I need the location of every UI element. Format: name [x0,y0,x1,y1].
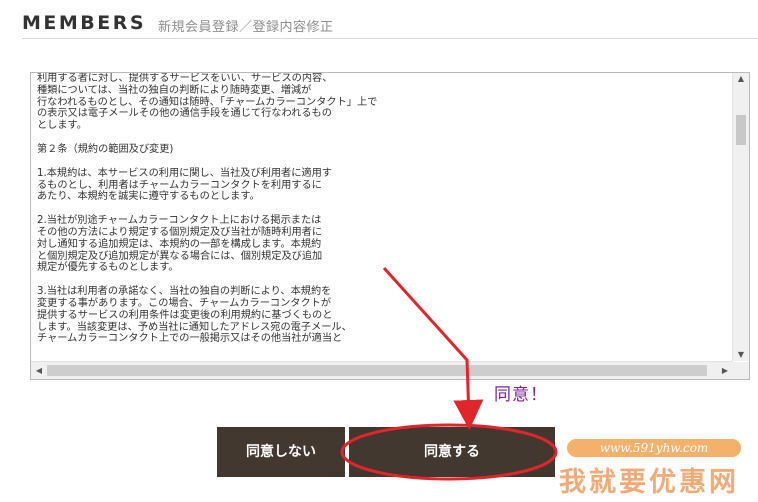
scroll-up-icon[interactable]: ▲ [733,73,749,85]
scrollbar-corner [733,362,749,379]
annotation-label: 同意！ [494,385,548,405]
terms-paragraph: 利用する者に対し、提供するサービスをいい、サービスの内容、 種類については、当社… [37,73,378,132]
decline-button[interactable]: 同意しない [217,427,345,477]
terms-paragraph: 3.当社は利用者の承諾なく、当社の独自の判断により、本規約を 変更する事がありま… [37,286,352,345]
scroll-right-icon[interactable]: ▶ [717,362,733,379]
terms-article-heading: 第２条（規約の範囲及び変更) [37,143,174,155]
watermark-name: 我就要优惠网 [559,467,739,498]
scroll-left-icon[interactable]: ◀ [31,362,47,379]
vertical-scrollbar[interactable]: ▲ ▼ [732,73,749,361]
horizontal-scrollbar[interactable]: ◀ ▶ [31,361,733,379]
scroll-down-icon[interactable]: ▼ [733,349,749,361]
terms-textarea[interactable]: 利用する者に対し、提供するサービスをいい、サービスの内容、 種類については、当社… [30,72,750,380]
vertical-scroll-thumb[interactable] [736,115,746,145]
agree-button[interactable]: 同意する [349,427,555,477]
horizontal-scroll-thumb[interactable] [47,365,707,376]
page-header: MEMBERS 新規会員登録／登録内容修正 [22,10,758,39]
terms-paragraph: 2.当社が別途チャームカラーコンタクト上における掲示または その他の方法により規… [37,215,323,274]
terms-content: 利用する者に対し、提供するサービスをいい、サービスの内容、 種類については、当社… [37,73,732,356]
brand-title: MEMBERS [22,12,147,34]
terms-paragraph: 1.本規約は、本サービスの利用に関し、当社及び利用者に適用す るものとし、利用者… [37,167,332,203]
page-subtitle: 新規会員登録／登録内容修正 [158,20,334,35]
watermark-url: www.591yhw.com [567,439,741,457]
